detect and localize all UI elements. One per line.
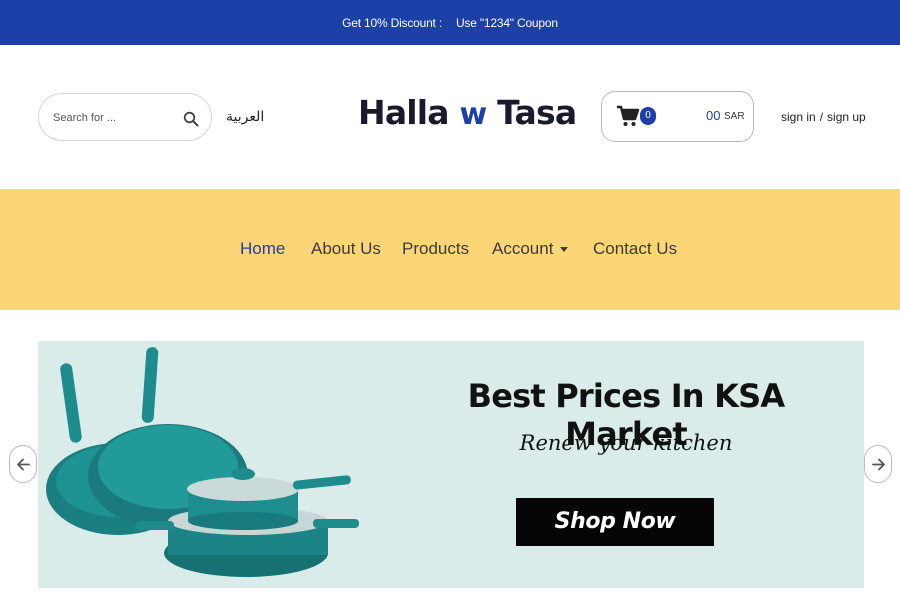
caret-down-icon xyxy=(560,247,569,253)
nav-item-account-label: Account xyxy=(492,239,554,258)
hero-banner[interactable]: Best Prices In KSA Market Renew your kit… xyxy=(38,341,864,588)
auth-links: sign in / sign up xyxy=(781,110,866,124)
cart-currency: SAR xyxy=(724,111,745,122)
slider-next-button[interactable] xyxy=(864,445,892,483)
main-nav: Home About Us Products Account Contact U… xyxy=(0,189,900,310)
cart-count-badge: 0 xyxy=(640,107,656,125)
hero-subline: Renew your kitchen xyxy=(519,431,733,455)
search-box xyxy=(38,93,212,141)
shopping-cart-icon xyxy=(617,105,640,126)
auth-separator: / xyxy=(819,110,824,124)
cart-button[interactable]: 0 00 SAR xyxy=(601,91,754,142)
language-switch[interactable]: العربية xyxy=(226,108,264,125)
logo-text-3: Tasa xyxy=(486,93,577,132)
shop-now-button[interactable]: Shop Now xyxy=(516,498,714,546)
header: العربية Halla w Tasa 0 00 SAR sign in/si… xyxy=(0,45,900,189)
nav-item-about-us[interactable]: About Us xyxy=(311,239,381,259)
sign-up-link[interactable]: sign up xyxy=(827,110,866,124)
sign-in-link[interactable]: sign in xyxy=(781,110,816,124)
site-logo[interactable]: Halla w Tasa xyxy=(358,93,577,132)
promo-coupon-text: Use "1234" Coupon xyxy=(455,15,558,30)
promo-label: Get 10% Discount : xyxy=(342,15,442,30)
arrow-left-icon xyxy=(17,458,30,471)
nav-item-home[interactable]: Home xyxy=(240,239,285,259)
search-icon[interactable] xyxy=(183,111,199,127)
arrow-right-icon xyxy=(872,458,885,471)
promo-bar: Get 10% Discount : Use "1234" Coupon xyxy=(0,0,900,45)
nav-item-contact-us[interactable]: Contact Us xyxy=(593,239,677,259)
cookware-image xyxy=(46,347,359,577)
nav-item-products[interactable]: Products xyxy=(402,239,469,259)
nav-item-account[interactable]: Account xyxy=(492,239,569,259)
search-input[interactable] xyxy=(53,107,173,129)
slider-prev-button[interactable] xyxy=(9,445,37,483)
hero-slider: Best Prices In KSA Market Renew your kit… xyxy=(0,310,900,600)
cart-amount: 00 xyxy=(706,108,721,123)
logo-text-2: w xyxy=(459,97,487,132)
logo-text-1: Halla xyxy=(358,93,460,132)
